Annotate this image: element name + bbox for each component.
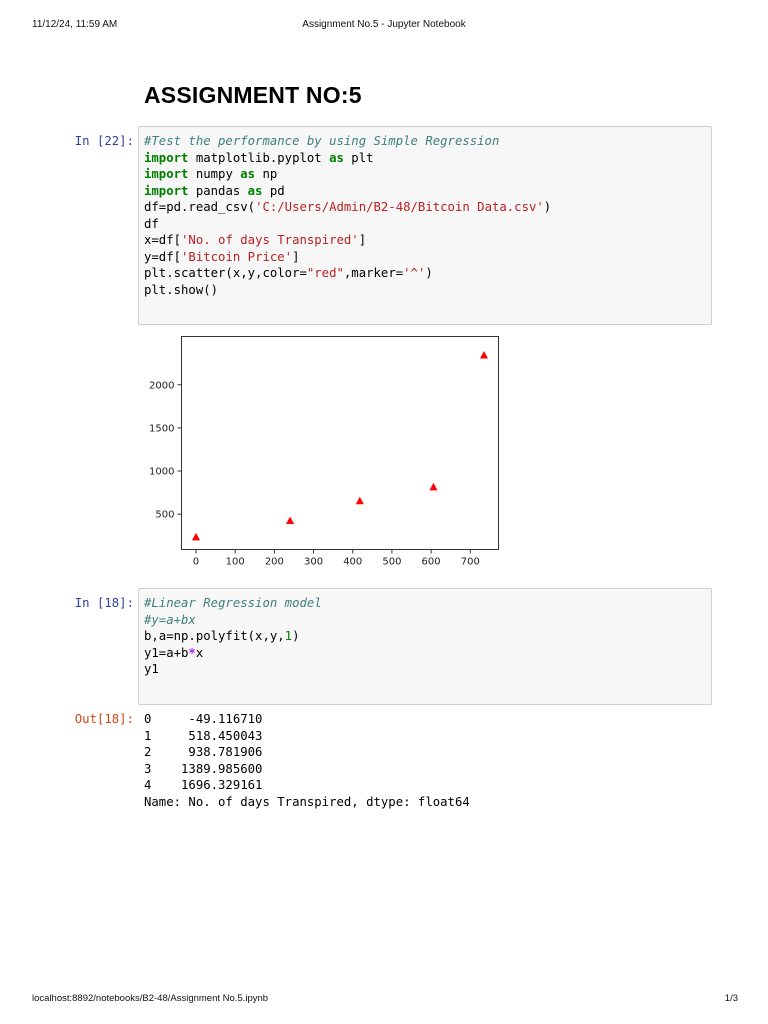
code-token: 'Bitcoin Price' [181, 249, 293, 264]
code-token: '^' [403, 266, 426, 280]
x-tick-label: 400 [343, 557, 362, 568]
code-token: numpy [188, 167, 241, 181]
code-token: as [247, 183, 263, 198]
code-token: b,a=np.polyfit(x,y, [144, 629, 285, 643]
code-token: import [144, 150, 189, 165]
x-tick-label: 600 [422, 557, 441, 568]
x-tick-label: 500 [382, 557, 401, 568]
code-token: ) [543, 200, 552, 214]
code-token: #Test the performance by using Simple Re… [144, 134, 500, 148]
code-token: #Linear Regression model [144, 596, 322, 610]
code-token: import [144, 183, 189, 198]
code-editor[interactable]: #Linear Regression model #y=a+bx b,a=np.… [139, 589, 711, 678]
code-token: x [195, 645, 204, 660]
code-token: 1 [284, 629, 293, 643]
x-tick-label: 0 [193, 557, 199, 568]
code-token: plt.show() [144, 282, 219, 297]
y-tick-label: 1000 [149, 467, 174, 478]
print-title: Assignment No.5 - Jupyter Notebook [302, 19, 466, 30]
output-line: 0 -49.116710 [144, 712, 263, 726]
code-token: "red" [306, 266, 344, 280]
code-token: ) [292, 629, 300, 643]
code-cell-regression[interactable]: #Linear Regression model #y=a+bx b,a=np.… [138, 588, 712, 705]
code-token: * [188, 645, 196, 660]
print-page-number: 1/3 [724, 993, 738, 1004]
notebook-heading: ASSIGNMENT NO:5 [144, 82, 362, 108]
code-token: as [329, 150, 344, 165]
code-token: 'No. of days Transpired' [181, 233, 359, 247]
print-header: 11/12/24, 11:59 AM Assignment No.5 - Jup… [0, 19, 768, 33]
scatter-plot: 0 100 200 300 400 500 600 700 500 1000 1500 2000 [149, 336, 499, 568]
x-tick-label: 200 [265, 557, 284, 568]
print-url: localhost:8892/notebooks/B2-48/Assignmen… [32, 993, 269, 1004]
code-token: y1 [144, 662, 159, 676]
code-token: plt [343, 150, 374, 165]
output-line: 2 938.781906 [144, 745, 263, 759]
x-tick-label: 300 [304, 557, 323, 568]
input-prompt-22: In [22]: [74, 134, 134, 148]
code-token: x=df[ [144, 233, 182, 247]
output-prompt-18: Out[18]: [74, 712, 134, 726]
code-token: np [255, 167, 278, 181]
code-token: ,marker= [343, 266, 404, 280]
code-token: pandas [188, 183, 248, 198]
code-token: matplotlib.pyplot [188, 150, 330, 165]
code-token: df=pd.read_csv( [144, 200, 256, 214]
output-line: Name: No. of days Transpired, dtype: flo… [144, 794, 470, 809]
code-token: import [144, 167, 189, 181]
code-token: ] [358, 233, 367, 247]
x-tick-label: 100 [226, 557, 245, 568]
output-line: 3 1389.985600 [144, 761, 263, 776]
output-line: 4 1696.329161 [144, 778, 263, 792]
code-token: ] [292, 249, 300, 264]
code-token: y=df[ [144, 249, 182, 264]
code-editor[interactable]: #Test the performance by using Simple Re… [139, 127, 711, 298]
output-text: 0 -49.116710 1 518.450043 2 938.781906 3… [144, 711, 470, 810]
code-token: #y=a+bx [144, 612, 196, 627]
x-tick-label: 700 [461, 557, 480, 568]
output-line: 1 518.450043 [144, 728, 263, 743]
code-token: 'C:/Users/Admin/B2-48/Bitcoin Data.csv' [255, 200, 544, 214]
y-tick-label: 500 [155, 510, 174, 521]
y-tick-label: 1500 [149, 423, 174, 434]
axes-frame [181, 336, 499, 550]
code-token: pd [262, 183, 285, 198]
code-token: plt.scatter(x,y,color= [144, 266, 307, 280]
y-tick-label: 2000 [149, 380, 174, 391]
code-token: ) [425, 266, 433, 280]
code-cell-scatter[interactable]: #Test the performance by using Simple Re… [138, 126, 712, 325]
code-token: as [240, 167, 256, 181]
code-token: y1=a+b [144, 645, 189, 660]
code-token: df [144, 216, 159, 231]
input-prompt-18: In [18]: [74, 596, 134, 610]
